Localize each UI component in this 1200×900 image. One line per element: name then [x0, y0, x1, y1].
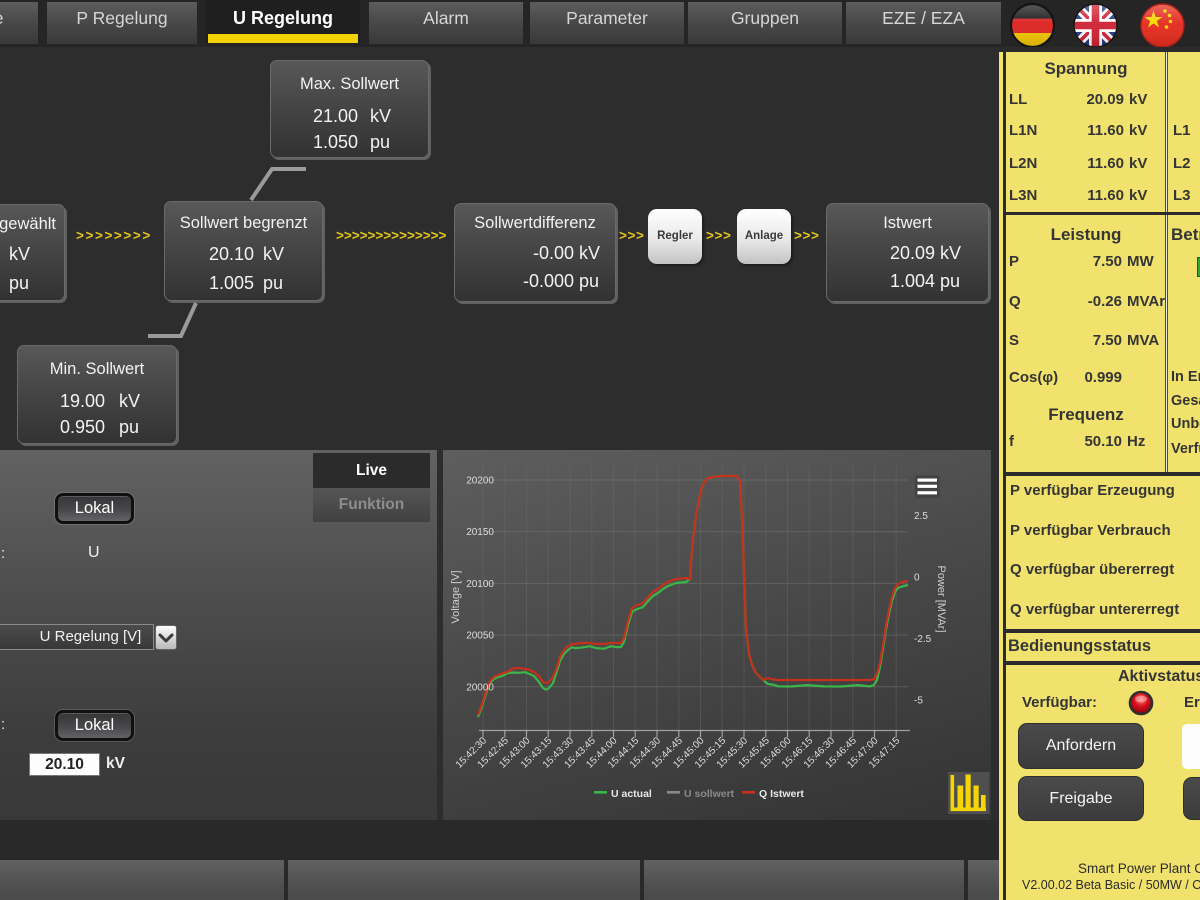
svg-text:20150: 20150	[466, 527, 494, 538]
svg-text:Voltage [V]: Voltage [V]	[450, 570, 462, 623]
svg-text:0: 0	[914, 573, 920, 584]
svg-text:-2.5: -2.5	[914, 634, 932, 645]
svg-text:20000: 20000	[466, 682, 494, 693]
svg-text:20100: 20100	[466, 579, 494, 590]
svg-text:-5: -5	[914, 696, 923, 707]
svg-text:U actual: U actual	[611, 788, 652, 800]
svg-text:Power [MVAr]: Power [MVAr]	[935, 565, 947, 632]
svg-text:Q Istwert: Q Istwert	[759, 788, 804, 800]
svg-text:20200: 20200	[466, 476, 494, 487]
svg-text:20050: 20050	[466, 631, 494, 642]
svg-text:2.5: 2.5	[914, 511, 928, 522]
svg-text:U sollwert: U sollwert	[684, 788, 735, 800]
